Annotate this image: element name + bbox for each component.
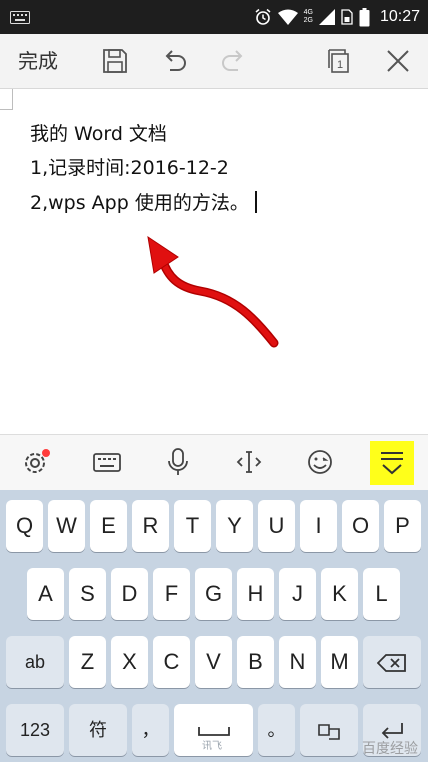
status-bar: 4G 2G 10:27 (0, 0, 428, 34)
battery-icon (359, 7, 370, 26)
document-area[interactable]: 我的 Word 文档 1,记录时间:2016-12-2 2,wps App 使用… (0, 89, 428, 434)
notification-dot (42, 449, 50, 457)
key-123[interactable]: 123 (6, 704, 64, 756)
key-i[interactable]: I (300, 500, 337, 552)
key-s[interactable]: S (69, 568, 106, 620)
editor-toolbar: 完成 1 (0, 34, 428, 89)
key-v[interactable]: V (195, 636, 232, 688)
key-symbols[interactable]: 符 (69, 704, 127, 756)
backspace-icon (376, 654, 406, 673)
emoji-icon[interactable] (303, 445, 337, 479)
microphone-icon[interactable] (161, 445, 195, 479)
collapse-keyboard-button[interactable] (370, 441, 414, 485)
text-cursor (254, 191, 257, 213)
language-switch-icon (318, 724, 340, 741)
key-period[interactable]: 。 (258, 704, 295, 756)
doc-line-3[interactable]: 2,wps App 使用的方法。 (30, 188, 257, 215)
key-g[interactable]: G (195, 568, 232, 620)
backspace-key[interactable] (363, 636, 421, 688)
key-n[interactable]: N (279, 636, 316, 688)
redo-icon[interactable] (218, 46, 248, 76)
key-f[interactable]: F (153, 568, 190, 620)
keyboard-notification-icon (10, 11, 30, 24)
key-e[interactable]: E (90, 500, 127, 552)
key-u[interactable]: U (258, 500, 295, 552)
page-count-icon[interactable]: 1 (323, 46, 353, 76)
cursor-move-icon[interactable] (232, 445, 266, 479)
sim-icon (341, 9, 353, 25)
key-c[interactable]: C (153, 636, 190, 688)
keyboard-icon[interactable] (90, 445, 124, 479)
key-a[interactable]: A (27, 568, 64, 620)
key-comma[interactable]: ， (132, 704, 169, 756)
key-l[interactable]: L (363, 568, 400, 620)
network-type: 4G 2G (303, 9, 313, 24)
alarm-icon (255, 8, 271, 25)
key-y[interactable]: Y (216, 500, 253, 552)
space-icon (197, 727, 230, 737)
settings-icon[interactable] (19, 445, 53, 479)
key-h[interactable]: H (237, 568, 274, 620)
signal-icon (318, 9, 335, 25)
key-p[interactable]: P (384, 500, 421, 552)
key-j[interactable]: J (279, 568, 316, 620)
watermark: 百度经验 (362, 741, 418, 757)
ime-brand: 讯飞 (202, 741, 222, 752)
wifi-icon (277, 9, 298, 25)
page-corner-mark (0, 89, 13, 110)
key-z[interactable]: Z (69, 636, 106, 688)
red-arrow-annotation (147, 235, 279, 348)
undo-icon[interactable] (160, 46, 190, 76)
doc-line-2[interactable]: 1,记录时间:2016-12-2 (30, 153, 229, 180)
key-o[interactable]: O (342, 500, 379, 552)
key-x[interactable]: X (111, 636, 148, 688)
key-w[interactable]: W (48, 500, 85, 552)
save-icon[interactable] (100, 46, 130, 76)
key-ab[interactable]: ab (6, 636, 64, 688)
key-r[interactable]: R (132, 500, 169, 552)
ime-toolbar (0, 434, 428, 491)
collapse-keyboard-icon (381, 452, 403, 475)
key-d[interactable]: D (111, 568, 148, 620)
virtual-keyboard: Q W E R T Y U I O P A S D F G H J K L ab… (0, 490, 428, 762)
key-q[interactable]: Q (6, 500, 43, 552)
key-m[interactable]: M (321, 636, 358, 688)
clock: 10:27 (379, 8, 420, 25)
key-t[interactable]: T (174, 500, 211, 552)
done-button[interactable]: 完成 (18, 34, 58, 88)
key-language[interactable] (300, 704, 358, 756)
doc-line-1[interactable]: 我的 Word 文档 (30, 119, 167, 146)
space-key[interactable]: 讯飞 (174, 704, 253, 756)
close-icon[interactable] (383, 46, 413, 76)
key-b[interactable]: B (237, 636, 274, 688)
key-k[interactable]: K (321, 568, 358, 620)
doc-line-3-text: 2,wps App 使用的方法。 (30, 192, 249, 214)
svg-text:1: 1 (337, 59, 343, 71)
